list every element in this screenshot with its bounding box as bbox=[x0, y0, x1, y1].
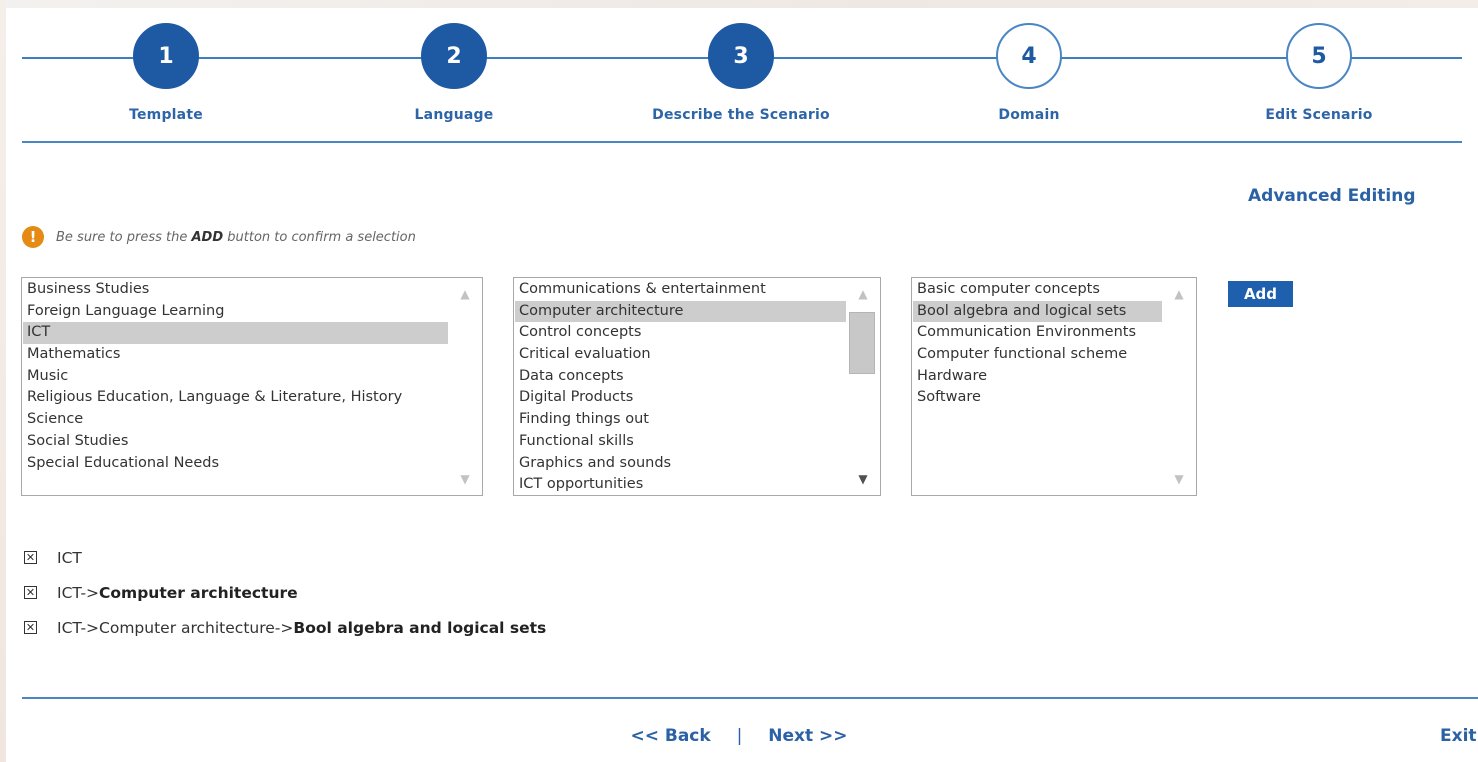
remove-icon[interactable]: ✕ bbox=[24, 551, 37, 564]
list-option[interactable]: Software bbox=[913, 387, 1163, 409]
list-option[interactable]: Control concepts bbox=[515, 322, 847, 344]
selected-item: ✕ ICT->Computer architecture-> Bool algeb… bbox=[24, 610, 546, 645]
selected-item-path: ICT bbox=[57, 548, 82, 567]
list-option[interactable]: Communications & entertainment bbox=[515, 279, 847, 301]
step-number: 5 bbox=[1286, 23, 1352, 89]
list-option[interactable]: Social Studies bbox=[23, 431, 449, 453]
list-option[interactable]: Functional skills bbox=[515, 431, 847, 453]
scroll-up-icon[interactable]: ▲ bbox=[846, 284, 880, 304]
remove-icon[interactable]: ✕ bbox=[24, 586, 37, 599]
remove-icon[interactable]: ✕ bbox=[24, 621, 37, 634]
scroll-up-icon[interactable]: ▲ bbox=[1162, 284, 1196, 304]
step-label: Edit Scenario bbox=[1265, 107, 1373, 123]
warning-icon: ! bbox=[22, 226, 44, 248]
list-option[interactable]: Hardware bbox=[913, 366, 1163, 388]
topic-scrollbar[interactable]: ▲ ▼ bbox=[846, 278, 880, 495]
subtopic-scrollbar[interactable]: ▲ ▼ bbox=[1162, 278, 1196, 495]
exit-link[interactable]: Exit bbox=[1440, 726, 1477, 746]
list-option[interactable]: Critical evaluation bbox=[515, 344, 847, 366]
topic-options: Communications & entertainment Computer a… bbox=[515, 279, 847, 494]
list-option[interactable]: Computer functional scheme bbox=[913, 344, 1163, 366]
step-edit-scenario[interactable]: 5 Edit Scenario bbox=[1229, 23, 1409, 123]
list-option[interactable]: Basic computer concepts bbox=[913, 279, 1163, 301]
list-option[interactable]: Religious Education, Language & Literatu… bbox=[23, 387, 449, 409]
list-option[interactable]: Bool algebra and logical sets bbox=[913, 300, 1163, 323]
list-option[interactable]: Digital Products bbox=[515, 387, 847, 409]
list-option[interactable]: ICT opportunities bbox=[515, 474, 847, 494]
step-number: 4 bbox=[996, 23, 1062, 89]
selected-item: ✕ ICT bbox=[24, 540, 546, 575]
footer-divider bbox=[22, 697, 1478, 699]
list-option[interactable]: Business Studies bbox=[23, 279, 449, 301]
scroll-up-icon[interactable]: ▲ bbox=[448, 284, 482, 304]
list-option[interactable]: Computer architecture bbox=[515, 300, 847, 323]
left-edge bbox=[0, 0, 6, 762]
nav-separator: | bbox=[736, 726, 743, 746]
list-option[interactable]: Science bbox=[23, 409, 449, 431]
selected-item-path: ICT->Computer architecture-> bbox=[57, 618, 294, 637]
back-link[interactable]: << Back bbox=[630, 726, 710, 746]
scroll-down-icon[interactable]: ▼ bbox=[448, 469, 482, 489]
subject-options: Business Studies Foreign Language Learnin… bbox=[23, 279, 449, 494]
add-button[interactable]: Add bbox=[1228, 281, 1293, 307]
subject-scrollbar[interactable]: ▲ ▼ bbox=[448, 278, 482, 495]
scroll-down-icon[interactable]: ▼ bbox=[1162, 469, 1196, 489]
topic-listbox[interactable]: Communications & entertainment Computer a… bbox=[513, 277, 881, 496]
footer-navigation: << Back | Next >> bbox=[0, 726, 1478, 746]
subtopic-options: Basic computer concepts Bool algebra and … bbox=[913, 279, 1163, 494]
step-label: Domain bbox=[998, 107, 1060, 123]
step-label: Template bbox=[129, 107, 203, 123]
list-option[interactable]: Music bbox=[23, 366, 449, 388]
step-number: 3 bbox=[708, 23, 774, 89]
step-label: Describe the Scenario bbox=[652, 107, 830, 123]
selected-item-leaf: Computer architecture bbox=[99, 583, 298, 602]
hint-text: Be sure to press the ADD button to confi… bbox=[56, 229, 416, 245]
list-option[interactable]: ICT bbox=[23, 322, 449, 345]
step-language[interactable]: 2 Language bbox=[364, 23, 544, 123]
selected-item-path: ICT-> bbox=[57, 583, 100, 602]
step-describe-scenario[interactable]: 3 Describe the Scenario bbox=[651, 23, 831, 123]
selected-domains: ✕ ICT ✕ ICT-> Computer architecture ✕ ICT… bbox=[24, 540, 546, 645]
step-domain[interactable]: 4 Domain bbox=[939, 23, 1119, 123]
list-option[interactable]: Data concepts bbox=[515, 366, 847, 388]
list-option[interactable]: Finding things out bbox=[515, 409, 847, 431]
list-option[interactable]: Graphics and sounds bbox=[515, 453, 847, 475]
list-option[interactable]: Communication Environments bbox=[913, 322, 1163, 344]
scroll-thumb[interactable] bbox=[849, 312, 875, 374]
step-number: 2 bbox=[421, 23, 487, 89]
add-hint: ! Be sure to press the ADD button to con… bbox=[22, 226, 416, 248]
step-template[interactable]: 1 Template bbox=[76, 23, 256, 123]
next-link[interactable]: Next >> bbox=[768, 726, 847, 746]
list-option[interactable]: Special Educational Needs bbox=[23, 453, 449, 475]
step-label: Language bbox=[414, 107, 494, 123]
step-number: 1 bbox=[133, 23, 199, 89]
hint-emphasis: ADD bbox=[191, 229, 224, 245]
selected-item: ✕ ICT-> Computer architecture bbox=[24, 575, 546, 610]
header-divider bbox=[22, 141, 1462, 143]
selected-item-leaf: Bool algebra and logical sets bbox=[293, 618, 547, 637]
scroll-down-icon[interactable]: ▼ bbox=[846, 469, 880, 489]
advanced-editing-link[interactable]: Advanced Editing bbox=[1248, 186, 1416, 206]
top-edge bbox=[0, 0, 1478, 8]
list-option[interactable]: Foreign Language Learning bbox=[23, 301, 449, 323]
list-option[interactable]: Mathematics bbox=[23, 344, 449, 366]
subtopic-listbox[interactable]: Basic computer concepts Bool algebra and … bbox=[911, 277, 1197, 496]
subject-listbox[interactable]: Business Studies Foreign Language Learnin… bbox=[21, 277, 483, 496]
